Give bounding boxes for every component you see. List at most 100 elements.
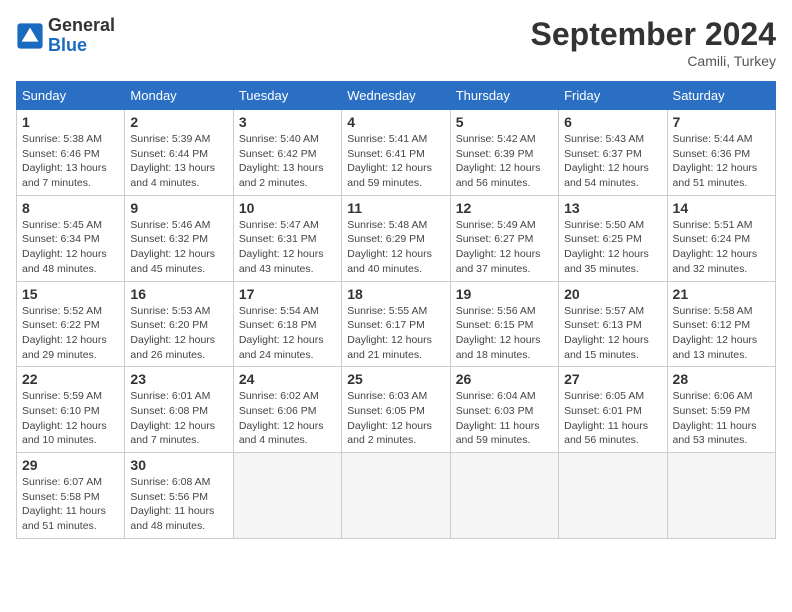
day-info: Sunrise: 5:40 AMSunset: 6:42 PMDaylight:… bbox=[239, 132, 336, 191]
calendar-cell: 16 Sunrise: 5:53 AMSunset: 6:20 PMDayligh… bbox=[125, 281, 233, 367]
calendar-cell bbox=[559, 453, 667, 539]
day-number: 28 bbox=[673, 371, 770, 387]
calendar-cell: 26Sunrise: 6:04 AMSunset: 6:03 PMDayligh… bbox=[450, 367, 558, 453]
day-info: Sunrise: 6:03 AMSunset: 6:05 PMDaylight:… bbox=[347, 389, 444, 448]
calendar-header-row: SundayMondayTuesdayWednesdayThursdayFrid… bbox=[17, 82, 776, 110]
calendar-cell: 5 Sunrise: 5:42 AMSunset: 6:39 PMDaylight… bbox=[450, 110, 558, 196]
day-number: 14 bbox=[673, 200, 770, 216]
day-info: Sunrise: 5:41 AMSunset: 6:41 PMDaylight:… bbox=[347, 132, 444, 191]
day-number: 17 bbox=[239, 286, 336, 302]
day-number: 25 bbox=[347, 371, 444, 387]
day-info: Sunrise: 5:59 AMSunset: 6:10 PMDaylight:… bbox=[22, 389, 119, 448]
column-header-thursday: Thursday bbox=[450, 82, 558, 110]
day-info: Sunrise: 5:48 AMSunset: 6:29 PMDaylight:… bbox=[347, 218, 444, 277]
day-number: 9 bbox=[130, 200, 227, 216]
day-number: 18 bbox=[347, 286, 444, 302]
column-header-wednesday: Wednesday bbox=[342, 82, 450, 110]
logo-line2: Blue bbox=[48, 36, 115, 56]
column-header-saturday: Saturday bbox=[667, 82, 775, 110]
logo-icon bbox=[16, 22, 44, 50]
day-info: Sunrise: 5:53 AMSunset: 6:20 PMDaylight:… bbox=[130, 304, 227, 363]
calendar-cell: 4Sunrise: 5:41 AMSunset: 6:41 PMDaylight… bbox=[342, 110, 450, 196]
calendar-cell: 12Sunrise: 5:49 AMSunset: 6:27 PMDayligh… bbox=[450, 195, 558, 281]
day-number: 24 bbox=[239, 371, 336, 387]
day-number: 5 bbox=[456, 114, 553, 130]
day-number: 29 bbox=[22, 457, 119, 473]
calendar-cell: 8 Sunrise: 5:45 AMSunset: 6:34 PMDaylight… bbox=[17, 195, 125, 281]
calendar-cell: 27 Sunrise: 6:05 AMSunset: 6:01 PMDayligh… bbox=[559, 367, 667, 453]
calendar-cell: 10Sunrise: 5:47 AMSunset: 6:31 PMDayligh… bbox=[233, 195, 341, 281]
day-info: Sunrise: 5:43 AMSunset: 6:37 PMDaylight:… bbox=[564, 132, 661, 191]
calendar-cell: 14 Sunrise: 5:51 AMSunset: 6:24 PMDayligh… bbox=[667, 195, 775, 281]
calendar-cell bbox=[450, 453, 558, 539]
day-number: 27 bbox=[564, 371, 661, 387]
calendar-week-4: 22 Sunrise: 5:59 AMSunset: 6:10 PMDayligh… bbox=[17, 367, 776, 453]
calendar-week-1: 1 Sunrise: 5:38 AMSunset: 6:46 PMDaylight… bbox=[17, 110, 776, 196]
day-number: 10 bbox=[239, 200, 336, 216]
day-info: Sunrise: 5:54 AMSunset: 6:18 PMDaylight:… bbox=[239, 304, 336, 363]
calendar-cell: 23 Sunrise: 6:01 AMSunset: 6:08 PMDayligh… bbox=[125, 367, 233, 453]
calendar-cell: 13 Sunrise: 5:50 AMSunset: 6:25 PMDayligh… bbox=[559, 195, 667, 281]
day-info: Sunrise: 5:56 AMSunset: 6:15 PMDaylight:… bbox=[456, 304, 553, 363]
day-info: Sunrise: 5:57 AMSunset: 6:13 PMDaylight:… bbox=[564, 304, 661, 363]
day-number: 30 bbox=[130, 457, 227, 473]
day-number: 11 bbox=[347, 200, 444, 216]
calendar-cell bbox=[233, 453, 341, 539]
day-number: 22 bbox=[22, 371, 119, 387]
day-info: Sunrise: 5:52 AMSunset: 6:22 PMDaylight:… bbox=[22, 304, 119, 363]
calendar-week-3: 15 Sunrise: 5:52 AMSunset: 6:22 PMDayligh… bbox=[17, 281, 776, 367]
day-info: Sunrise: 5:46 AMSunset: 6:32 PMDaylight:… bbox=[130, 218, 227, 277]
day-number: 1 bbox=[22, 114, 119, 130]
calendar-cell: 24 Sunrise: 6:02 AMSunset: 6:06 PMDayligh… bbox=[233, 367, 341, 453]
logo: General Blue bbox=[16, 16, 115, 56]
day-number: 19 bbox=[456, 286, 553, 302]
day-info: Sunrise: 6:02 AMSunset: 6:06 PMDaylight:… bbox=[239, 389, 336, 448]
calendar-cell: 7Sunrise: 5:44 AMSunset: 6:36 PMDaylight… bbox=[667, 110, 775, 196]
day-number: 15 bbox=[22, 286, 119, 302]
calendar-cell: 19 Sunrise: 5:56 AMSunset: 6:15 PMDayligh… bbox=[450, 281, 558, 367]
day-number: 8 bbox=[22, 200, 119, 216]
calendar-cell: 9 Sunrise: 5:46 AMSunset: 6:32 PMDaylight… bbox=[125, 195, 233, 281]
day-info: Sunrise: 5:42 AMSunset: 6:39 PMDaylight:… bbox=[456, 132, 553, 191]
logo-text: General Blue bbox=[48, 16, 115, 56]
calendar-cell bbox=[342, 453, 450, 539]
day-number: 7 bbox=[673, 114, 770, 130]
calendar-cell: 3Sunrise: 5:40 AMSunset: 6:42 PMDaylight… bbox=[233, 110, 341, 196]
day-number: 21 bbox=[673, 286, 770, 302]
calendar-cell: 11 Sunrise: 5:48 AMSunset: 6:29 PMDayligh… bbox=[342, 195, 450, 281]
location: Camili, Turkey bbox=[531, 53, 776, 69]
calendar-cell: 17 Sunrise: 5:54 AMSunset: 6:18 PMDayligh… bbox=[233, 281, 341, 367]
calendar-cell: 21 Sunrise: 5:58 AMSunset: 6:12 PMDayligh… bbox=[667, 281, 775, 367]
calendar-cell: 22 Sunrise: 5:59 AMSunset: 6:10 PMDayligh… bbox=[17, 367, 125, 453]
day-info: Sunrise: 6:07 AMSunset: 5:58 PMDaylight:… bbox=[22, 475, 119, 534]
calendar-week-5: 29 Sunrise: 6:07 AMSunset: 5:58 PMDayligh… bbox=[17, 453, 776, 539]
calendar-table: SundayMondayTuesdayWednesdayThursdayFrid… bbox=[16, 81, 776, 539]
calendar-cell: 20 Sunrise: 5:57 AMSunset: 6:13 PMDayligh… bbox=[559, 281, 667, 367]
day-info: Sunrise: 5:38 AMSunset: 6:46 PMDaylight:… bbox=[22, 132, 119, 191]
day-number: 20 bbox=[564, 286, 661, 302]
month-title: September 2024 bbox=[531, 16, 776, 53]
day-info: Sunrise: 6:08 AMSunset: 5:56 PMDaylight:… bbox=[130, 475, 227, 534]
day-info: Sunrise: 5:39 AMSunset: 6:44 PMDaylight:… bbox=[130, 132, 227, 191]
day-info: Sunrise: 6:04 AMSunset: 6:03 PMDaylight:… bbox=[456, 389, 553, 448]
calendar-cell: 18 Sunrise: 5:55 AMSunset: 6:17 PMDayligh… bbox=[342, 281, 450, 367]
day-info: Sunrise: 5:45 AMSunset: 6:34 PMDaylight:… bbox=[22, 218, 119, 277]
day-number: 23 bbox=[130, 371, 227, 387]
day-info: Sunrise: 5:51 AMSunset: 6:24 PMDaylight:… bbox=[673, 218, 770, 277]
day-info: Sunrise: 6:01 AMSunset: 6:08 PMDaylight:… bbox=[130, 389, 227, 448]
column-header-friday: Friday bbox=[559, 82, 667, 110]
day-info: Sunrise: 5:58 AMSunset: 6:12 PMDaylight:… bbox=[673, 304, 770, 363]
calendar-cell bbox=[667, 453, 775, 539]
calendar-cell: 30 Sunrise: 6:08 AMSunset: 5:56 PMDayligh… bbox=[125, 453, 233, 539]
day-info: Sunrise: 5:50 AMSunset: 6:25 PMDaylight:… bbox=[564, 218, 661, 277]
day-number: 16 bbox=[130, 286, 227, 302]
column-header-sunday: Sunday bbox=[17, 82, 125, 110]
calendar-week-2: 8 Sunrise: 5:45 AMSunset: 6:34 PMDaylight… bbox=[17, 195, 776, 281]
calendar-cell: 2Sunrise: 5:39 AMSunset: 6:44 PMDaylight… bbox=[125, 110, 233, 196]
day-info: Sunrise: 5:55 AMSunset: 6:17 PMDaylight:… bbox=[347, 304, 444, 363]
day-number: 6 bbox=[564, 114, 661, 130]
day-info: Sunrise: 6:05 AMSunset: 6:01 PMDaylight:… bbox=[564, 389, 661, 448]
calendar-cell: 25 Sunrise: 6:03 AMSunset: 6:05 PMDayligh… bbox=[342, 367, 450, 453]
calendar-cell: 6 Sunrise: 5:43 AMSunset: 6:37 PMDaylight… bbox=[559, 110, 667, 196]
day-number: 13 bbox=[564, 200, 661, 216]
